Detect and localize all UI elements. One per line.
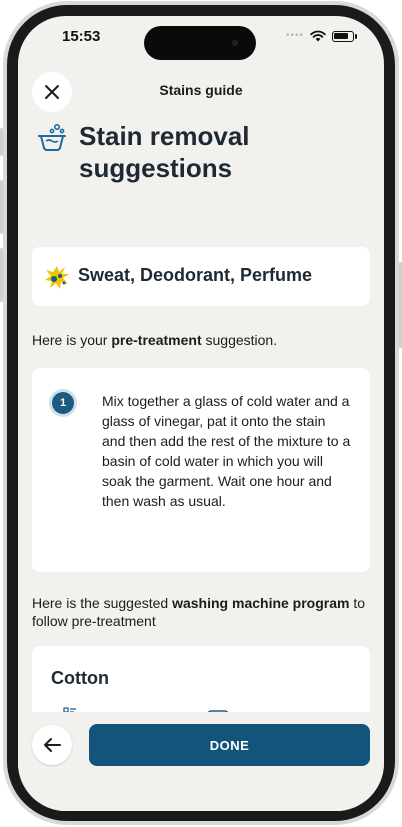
camera-dot [232,40,238,46]
step-text: Mix together a glass of cold water and a… [102,393,351,509]
intro-text: Here is the suggested [32,595,173,611]
intro-text: Here is your [32,332,112,348]
battery-icon [332,31,354,42]
status-time: 15:53 [62,28,101,45]
signal-icon: •••• [286,30,305,41]
phone-side-button [0,180,3,234]
stain-type-label: Sweat, Deodorant, Perfume [78,265,313,285]
back-button[interactable] [32,725,72,765]
stain-type-card: Sweat, Deodorant, Perfume [32,247,370,306]
phone-side-button [0,128,3,156]
step-card: 1 Mix together a glass of cold water and… [32,368,370,572]
battery-tip [355,34,357,39]
program-name: Cotton [51,668,109,688]
intro-emphasis: washing machine program [172,595,350,611]
page-title: Stain removal suggestions [79,121,250,183]
dynamic-island [144,26,256,60]
intro-text: suggestion. [201,332,278,348]
basin-icon [38,123,66,151]
program-intro: Here is the suggested washing machine pr… [32,594,367,630]
phone-side-button [0,248,3,302]
intro-emphasis: pre-treatment [111,332,202,348]
pretreatment-intro: Here is your pre-treatment suggestion. [32,332,277,348]
header-title: Stains guide [159,82,243,98]
splash-icon [45,266,69,289]
arrow-left-icon [44,738,61,752]
app-screen: 15:53 •••• Stains guide Stain removal su… [18,16,384,811]
step-number-badge: 1 [52,392,74,414]
done-button[interactable]: DONE [89,724,370,766]
wifi-icon [310,30,326,42]
